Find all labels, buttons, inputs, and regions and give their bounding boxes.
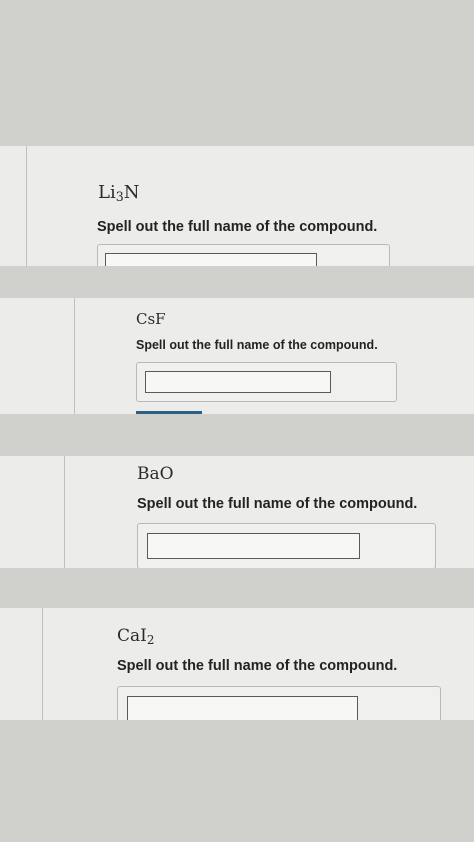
panel-divider bbox=[26, 146, 27, 266]
answer-box bbox=[117, 686, 441, 720]
question-prompt: Spell out the full name of the compound. bbox=[117, 658, 398, 674]
screenshot-collage: Li3N Spell out the full name of the comp… bbox=[0, 0, 474, 842]
question-panel-bao: BaO Spell out the full name of the compo… bbox=[0, 456, 474, 568]
answer-input[interactable] bbox=[127, 696, 358, 720]
compound-formula: CsF bbox=[136, 310, 166, 328]
question-panel-cai2: CaI2 Spell out the full name of the comp… bbox=[0, 608, 474, 720]
panel-divider bbox=[42, 608, 43, 720]
answer-input[interactable] bbox=[105, 253, 317, 266]
answer-input[interactable] bbox=[147, 533, 360, 559]
answer-input[interactable] bbox=[145, 371, 331, 393]
compound-formula: CaI2 bbox=[117, 626, 155, 647]
submit-button-edge[interactable] bbox=[136, 411, 202, 414]
question-prompt: Spell out the full name of the compound. bbox=[137, 496, 418, 512]
question-prompt: Spell out the full name of the compound. bbox=[97, 219, 378, 235]
answer-box bbox=[97, 244, 390, 266]
answer-box bbox=[137, 523, 436, 568]
question-panel-csf: CsF Spell out the full name of the compo… bbox=[0, 298, 474, 414]
panel-divider bbox=[74, 298, 75, 414]
compound-formula: BaO bbox=[137, 464, 174, 484]
panel-divider bbox=[64, 456, 65, 568]
question-prompt: Spell out the full name of the compound. bbox=[136, 338, 378, 352]
answer-box bbox=[136, 362, 397, 402]
question-panel-li3n: Li3N Spell out the full name of the comp… bbox=[0, 146, 474, 266]
compound-formula: Li3N bbox=[98, 182, 140, 205]
